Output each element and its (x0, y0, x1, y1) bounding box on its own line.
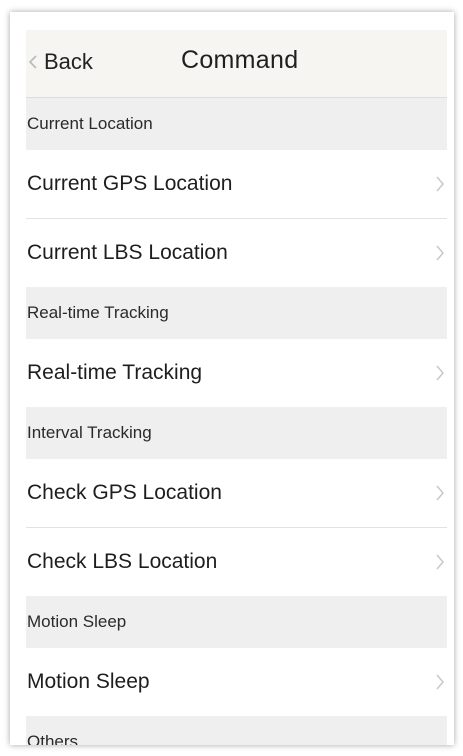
list-item-check-gps-location[interactable]: Check GPS Location (26, 459, 447, 528)
list-item-real-time-tracking[interactable]: Real-time Tracking (26, 339, 447, 407)
chevron-right-icon (436, 485, 444, 501)
list-item-label: Check GPS Location (27, 481, 222, 504)
chevron-right-icon (436, 554, 444, 570)
list-item-label: Check LBS Location (27, 550, 218, 573)
section-header-real-time-tracking: Real-time Tracking (26, 287, 447, 339)
list-item-current-gps-location[interactable]: Current GPS Location (26, 150, 447, 219)
chevron-right-icon (436, 365, 444, 381)
list-item-label: Current LBS Location (27, 241, 228, 264)
command-screen: Back Command Current Location Current GP… (26, 30, 447, 745)
list-item-current-lbs-location[interactable]: Current LBS Location (26, 219, 447, 287)
list-item-label: Motion Sleep (27, 670, 150, 693)
window-frame: Back Command Current Location Current GP… (0, 0, 463, 756)
chevron-right-icon (436, 176, 444, 192)
section-header-interval-tracking: Interval Tracking (26, 407, 447, 459)
list-item-motion-sleep[interactable]: Motion Sleep (26, 648, 447, 716)
device-screen: Back Command Current Location Current GP… (10, 12, 454, 745)
nav-bar: Back Command (26, 30, 447, 98)
chevron-right-icon (436, 245, 444, 261)
list-item-check-lbs-location[interactable]: Check LBS Location (26, 528, 447, 596)
page-title: Command (181, 46, 299, 74)
chevron-right-icon (436, 674, 444, 690)
section-header-current-location: Current Location (26, 98, 447, 150)
list-item-label: Current GPS Location (27, 172, 233, 195)
chevron-left-icon (28, 55, 37, 69)
back-label: Back (44, 49, 93, 74)
section-header-others: Others (26, 716, 447, 745)
back-button[interactable]: Back (28, 49, 93, 74)
list-item-label: Real-time Tracking (27, 361, 203, 384)
section-header-motion-sleep: Motion Sleep (26, 596, 447, 648)
